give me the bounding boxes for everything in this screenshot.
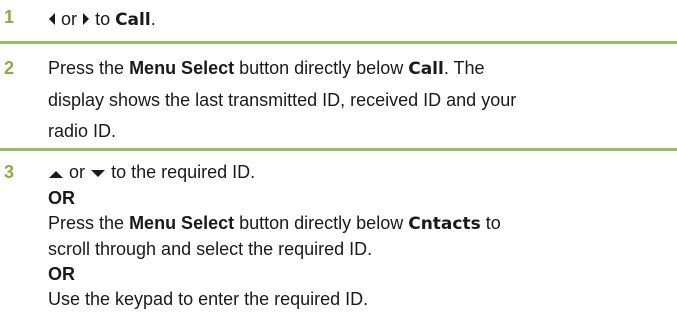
step-3-line-3: Press the Menu Select button directly be…: [48, 212, 501, 234]
divider-2: [0, 148, 677, 151]
menu-select-label: Menu Select: [129, 58, 235, 78]
or-heading-2: OR: [48, 263, 75, 284]
step-3-line-1: or to the required ID.: [48, 160, 657, 186]
display-word-cntacts: Cntacts: [408, 213, 481, 234]
step-2-line-1: Press the Menu Select button directly be…: [48, 58, 485, 79]
step-number: 2: [4, 58, 15, 78]
down-arrow-icon: [90, 161, 106, 186]
step-3-line-6: Use the keypad to enter the required ID.: [48, 288, 369, 309]
or-text: or: [61, 9, 78, 29]
divider-1: [0, 41, 677, 44]
step-2-line-3: radio ID.: [48, 121, 117, 141]
step-3-line-4: scroll through and select the required I…: [48, 238, 373, 259]
right-arrow-icon: [82, 8, 90, 33]
step-2-text: Press the Menu Select button directly be…: [48, 56, 657, 144]
step-2-line-2: display shows the last transmitted ID, r…: [48, 90, 517, 110]
step-1-text: or to Call.: [48, 7, 657, 33]
display-word-call: Call: [115, 10, 151, 30]
left-arrow-icon: [48, 8, 56, 33]
to-text: to: [95, 9, 111, 29]
menu-select-label: Menu Select: [129, 212, 235, 233]
display-word-call: Call: [408, 59, 444, 79]
period: .: [150, 9, 156, 29]
step-3-text: or to the required ID. OR Press the Menu…: [48, 160, 657, 312]
step-number: 3: [4, 162, 15, 182]
or-heading: OR: [48, 187, 75, 208]
up-arrow-icon: [48, 161, 64, 186]
step-number: 1: [4, 7, 15, 27]
